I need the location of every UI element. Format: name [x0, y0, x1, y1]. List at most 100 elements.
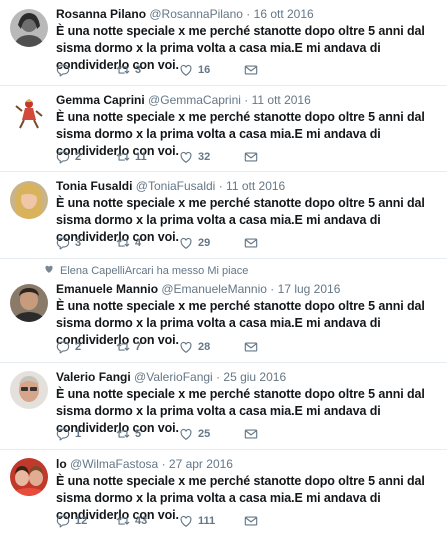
avatar[interactable] — [10, 181, 48, 219]
heart-icon — [179, 236, 193, 250]
heart-icon — [179, 340, 193, 354]
separator: · — [244, 93, 249, 107]
tweet-header: Emanuele Mannio @EmanueleMannio · 17 lug… — [56, 281, 441, 297]
reply-icon — [56, 236, 70, 250]
author-handle[interactable]: @ToniaFusaldi — [136, 179, 216, 193]
reply-button[interactable] — [56, 63, 116, 77]
reply-button[interactable]: 12 — [56, 514, 116, 528]
separator: · — [218, 179, 223, 193]
reply-icon — [56, 340, 70, 354]
tweet-header: Rosanna Pilano @RosannaPilano · 16 ott 2… — [56, 6, 441, 22]
avatar[interactable] — [10, 284, 48, 322]
author-name[interactable]: lo — [56, 457, 67, 471]
reply-button[interactable]: 1 — [56, 427, 116, 441]
reply-button[interactable]: 2 — [56, 150, 116, 164]
retweet-count: 5 — [135, 428, 142, 440]
separator: · — [161, 457, 166, 471]
tweet-date[interactable]: 16 ott 2016 — [254, 7, 314, 21]
heart-small-icon — [44, 264, 54, 277]
like-count: 25 — [198, 428, 211, 440]
tweet-date[interactable]: 27 apr 2016 — [169, 457, 233, 471]
like-button[interactable]: 28 — [179, 340, 244, 354]
heart-icon — [179, 63, 193, 77]
direct-message-button[interactable] — [244, 236, 264, 250]
retweet-button[interactable]: 4 — [116, 236, 179, 250]
retweet-icon — [116, 340, 130, 354]
tweet[interactable]: Tonia Fusaldi @ToniaFusaldi · 11 ott 201… — [0, 172, 447, 259]
heart-icon — [179, 514, 193, 528]
retweet-button[interactable]: 7 — [116, 340, 179, 354]
tweet[interactable]: Elena CapelliArcari ha messo Mi piace Em… — [0, 259, 447, 363]
heart-icon — [179, 427, 193, 441]
direct-message-button[interactable] — [244, 514, 264, 528]
like-button[interactable]: 111 — [179, 514, 244, 528]
tweet-actions: 12 43 111 — [56, 513, 264, 529]
author-name[interactable]: Valerio Fangi — [56, 370, 131, 384]
tweet-feed: Rosanna Pilano @RosannaPilano · 16 ott 2… — [0, 0, 447, 539]
avatar[interactable] — [10, 9, 48, 47]
tweet-actions: 3 16 — [56, 62, 264, 78]
author-name[interactable]: Gemma Caprini — [56, 93, 145, 107]
retweet-count: 3 — [135, 64, 142, 76]
retweet-count: 43 — [135, 515, 148, 527]
tweet-actions: 1 5 25 — [56, 426, 264, 442]
like-count: 28 — [198, 341, 211, 353]
separator: · — [270, 282, 275, 296]
separator: · — [216, 370, 221, 384]
like-count: 16 — [198, 64, 211, 76]
like-button[interactable]: 32 — [179, 150, 244, 164]
retweet-button[interactable]: 3 — [116, 63, 179, 77]
retweet-count: 11 — [135, 151, 147, 163]
tweet-date[interactable]: 25 giu 2016 — [223, 370, 286, 384]
reply-count: 2 — [75, 151, 82, 163]
tweet-date[interactable]: 17 lug 2016 — [278, 282, 341, 296]
tweet-actions: 2 7 28 — [56, 339, 264, 355]
reply-icon — [56, 63, 70, 77]
retweet-count: 7 — [135, 341, 142, 353]
envelope-icon — [244, 63, 258, 77]
like-context: Elena CapelliArcari ha messo Mi piace — [44, 264, 248, 277]
direct-message-button[interactable] — [244, 150, 264, 164]
reply-button[interactable]: 2 — [56, 340, 116, 354]
like-button[interactable]: 25 — [179, 427, 244, 441]
author-handle[interactable]: @RosannaPilano — [149, 7, 243, 21]
author-handle[interactable]: @EmanueleMannio — [161, 282, 267, 296]
direct-message-button[interactable] — [244, 340, 264, 354]
like-button[interactable]: 16 — [179, 63, 244, 77]
retweet-button[interactable]: 11 — [116, 150, 179, 164]
reply-count: 12 — [75, 515, 88, 527]
retweet-icon — [116, 63, 130, 77]
tweet[interactable]: Rosanna Pilano @RosannaPilano · 16 ott 2… — [0, 0, 447, 86]
avatar[interactable] — [10, 371, 48, 409]
retweet-button[interactable]: 43 — [116, 514, 179, 528]
tweet[interactable]: Valerio Fangi @ValerioFangi · 25 giu 201… — [0, 363, 447, 450]
like-count: 29 — [198, 237, 211, 249]
tweet-header: Valerio Fangi @ValerioFangi · 25 giu 201… — [56, 369, 441, 385]
tweet-date[interactable]: 11 ott 2016 — [226, 179, 285, 193]
author-name[interactable]: Rosanna Pilano — [56, 7, 146, 21]
author-handle[interactable]: @WilmaFastosa — [70, 457, 158, 471]
envelope-icon — [244, 340, 258, 354]
retweet-count: 4 — [135, 237, 142, 249]
reply-button[interactable]: 3 — [56, 236, 116, 250]
author-handle[interactable]: @ValerioFangi — [134, 370, 213, 384]
reply-icon — [56, 427, 70, 441]
reply-count: 1 — [75, 428, 82, 440]
tweet[interactable]: Gemma Caprini @GemmaCaprini · 11 ott 201… — [0, 86, 447, 172]
envelope-icon — [244, 427, 258, 441]
retweet-button[interactable]: 5 — [116, 427, 179, 441]
like-context-text[interactable]: Elena CapelliArcari ha messo Mi piace — [60, 265, 248, 277]
tweet[interactable]: lo @WilmaFastosa · 27 apr 2016 È una not… — [0, 450, 447, 539]
author-name[interactable]: Tonia Fusaldi — [56, 179, 132, 193]
avatar[interactable] — [10, 94, 48, 132]
tweet-actions: 2 11 32 — [56, 149, 264, 165]
author-handle[interactable]: @GemmaCaprini — [148, 93, 241, 107]
heart-icon — [179, 150, 193, 164]
like-button[interactable]: 29 — [179, 236, 244, 250]
tweet-date[interactable]: 11 ott 2016 — [252, 93, 311, 107]
author-name[interactable]: Emanuele Mannio — [56, 282, 158, 296]
direct-message-button[interactable] — [244, 427, 264, 441]
avatar[interactable] — [10, 458, 48, 496]
envelope-icon — [244, 514, 258, 528]
direct-message-button[interactable] — [244, 63, 264, 77]
